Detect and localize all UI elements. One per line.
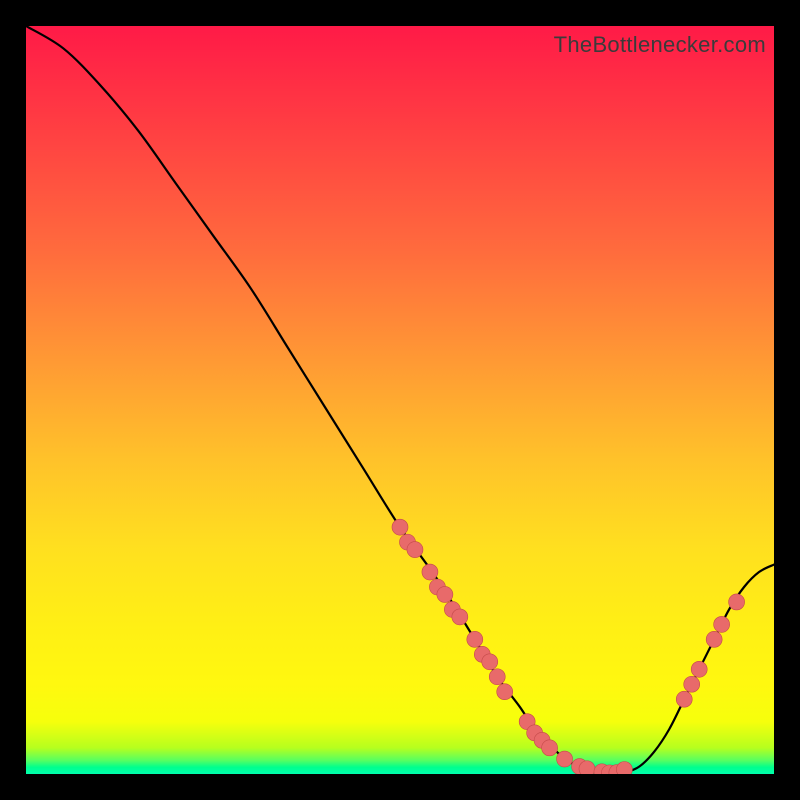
- data-dots: [392, 519, 745, 774]
- watermark-label: TheBottlenecker.com: [554, 32, 766, 58]
- plot-area: TheBottlenecker.com: [26, 26, 774, 774]
- data-dot: [422, 564, 438, 580]
- data-dot: [706, 631, 722, 647]
- data-dot: [452, 609, 468, 625]
- data-dot: [557, 751, 573, 767]
- chart-overlay: [26, 26, 774, 774]
- data-dot: [684, 676, 700, 692]
- data-dot: [392, 519, 408, 535]
- data-dot: [497, 684, 513, 700]
- data-dot: [482, 654, 498, 670]
- chart-stage: TheBottlenecker.com: [0, 0, 800, 800]
- data-dot: [691, 661, 707, 677]
- data-dot: [729, 594, 745, 610]
- data-dot: [714, 616, 730, 632]
- data-dot: [437, 586, 453, 602]
- data-dot: [489, 669, 505, 685]
- data-dot: [542, 740, 558, 756]
- data-dot: [407, 542, 423, 558]
- bottleneck-curve: [26, 26, 774, 773]
- data-dot: [616, 762, 632, 774]
- data-dot: [676, 691, 692, 707]
- data-dot: [467, 631, 483, 647]
- data-dot: [579, 761, 595, 774]
